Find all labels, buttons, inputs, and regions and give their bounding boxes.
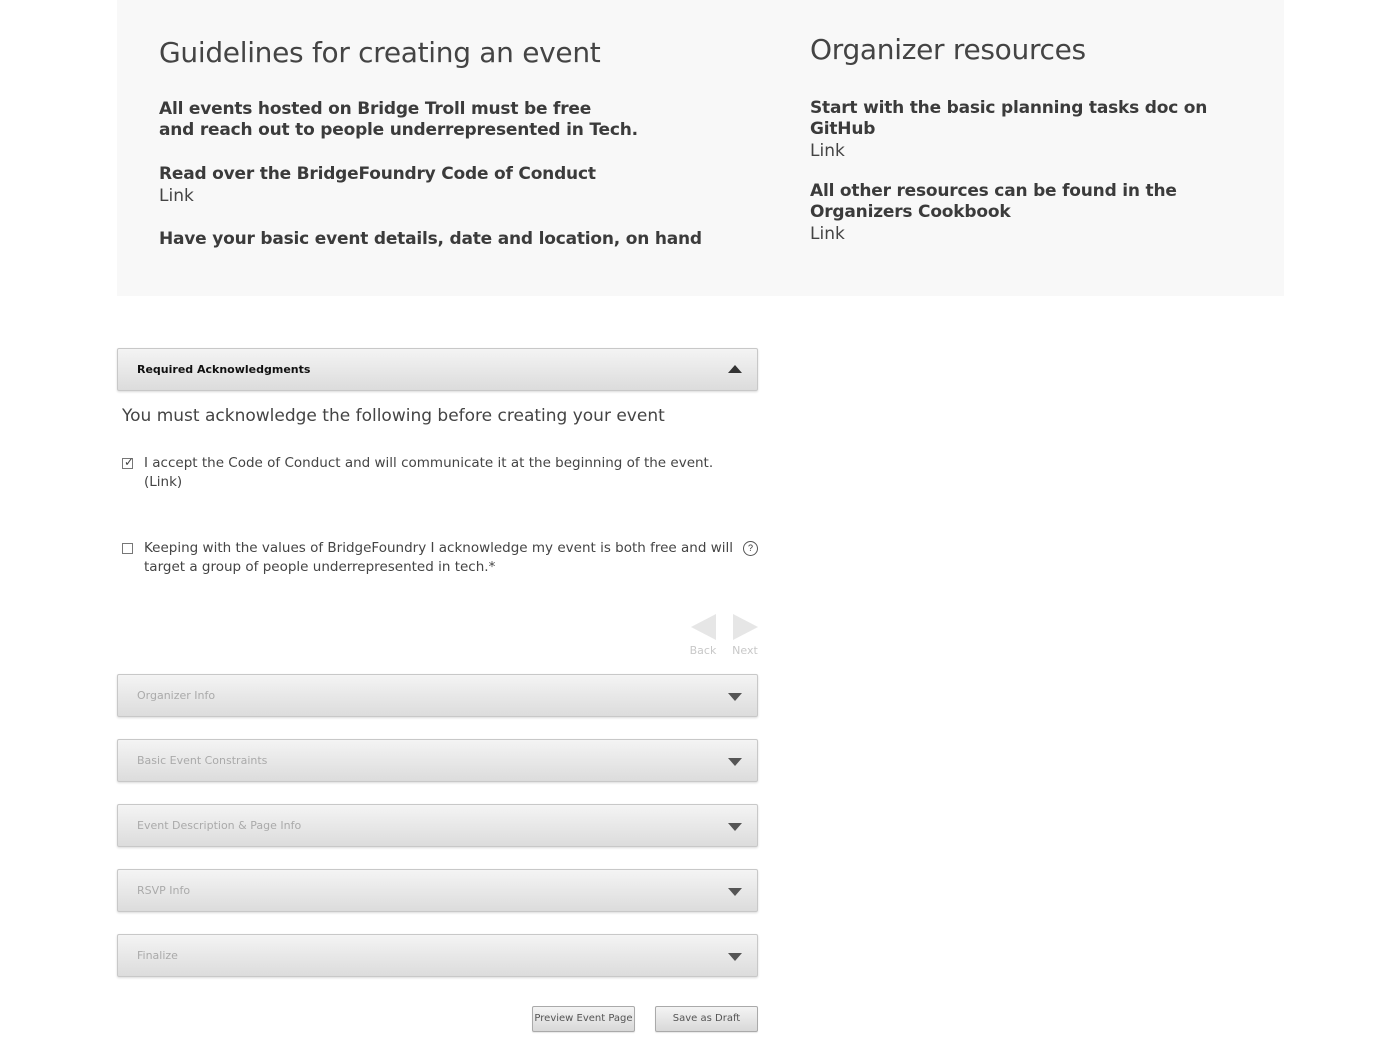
coc-link[interactable]: (Link) (144, 473, 713, 492)
resource-github-doc: Start with the basic planning tasks doc … (810, 98, 1208, 139)
coc-checkbox[interactable]: ✓ (122, 455, 135, 469)
check-icon: ✓ (124, 455, 135, 469)
chevron-down-icon (728, 823, 742, 831)
section-label: RSVP Info (137, 884, 191, 897)
section-label: Event Description & Page Info (137, 819, 302, 832)
section-label: Finalize (137, 949, 178, 962)
coc-acknowledgment: ✓ I accept the Code of Conduct and will … (122, 454, 758, 494)
code-of-conduct-link[interactable]: Link (159, 185, 194, 207)
section-label: Basic Event Constraints (137, 754, 268, 767)
next-label: Next (732, 644, 758, 657)
section-basic-event-constraints[interactable]: Basic Event Constraints (117, 739, 758, 782)
section-finalize[interactable]: Finalize (117, 934, 758, 977)
guidelines-banner: Guidelines for creating an event All eve… (117, 0, 1284, 296)
cookbook-link[interactable]: Link (810, 223, 845, 245)
back-label: Back (689, 644, 717, 657)
back-button[interactable]: Back (688, 614, 718, 657)
resource-cookbook: All other resources can be found in the … (810, 181, 1177, 222)
guideline-free-events: All events hosted on Bridge Troll must b… (159, 99, 638, 140)
resources-title: Organizer resources (810, 33, 1086, 66)
values-text: Keeping with the values of BridgeFoundry… (144, 540, 734, 575)
help-icon[interactable]: ? (743, 541, 758, 556)
acknowledgments-heading: You must acknowledge the following befor… (122, 406, 665, 426)
next-button[interactable]: Next (730, 614, 760, 657)
section-label: Organizer Info (137, 689, 216, 702)
section-label: Required Acknowledgments (137, 363, 311, 376)
coc-text: I accept the Code of Conduct and will co… (144, 455, 714, 492)
arrow-left-icon (690, 614, 716, 640)
guideline-code-of-conduct: Read over the BridgeFoundry Code of Cond… (159, 164, 596, 184)
save-as-draft-button[interactable]: Save as Draft (655, 1006, 758, 1032)
chevron-down-icon (728, 888, 742, 896)
chevron-down-icon (728, 758, 742, 766)
preview-event-page-button[interactable]: Preview Event Page (532, 1006, 635, 1032)
chevron-down-icon (728, 693, 742, 701)
chevron-down-icon (728, 953, 742, 961)
guideline-event-details: Have your basic event details, date and … (159, 229, 702, 249)
section-event-description[interactable]: Event Description & Page Info (117, 804, 758, 847)
arrow-right-icon (732, 614, 758, 640)
chevron-up-icon (728, 365, 742, 373)
section-required-acknowledgments[interactable]: Required Acknowledgments (117, 348, 758, 391)
values-acknowledgment: Keeping with the values of BridgeFoundry… (122, 539, 758, 579)
guidelines-title: Guidelines for creating an event (159, 36, 601, 69)
resources-column: Organizer resources Start with the basic… (810, 0, 1270, 245)
github-doc-link[interactable]: Link (810, 140, 845, 162)
guidelines-column: Guidelines for creating an event All eve… (159, 0, 759, 250)
section-organizer-info[interactable]: Organizer Info (117, 674, 758, 717)
values-checkbox[interactable] (122, 543, 133, 554)
section-rsvp-info[interactable]: RSVP Info (117, 869, 758, 912)
